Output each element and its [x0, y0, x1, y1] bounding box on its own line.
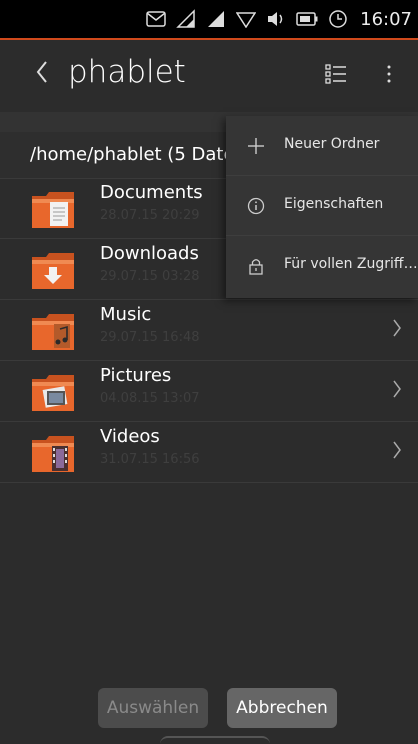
videos-folder-icon [30, 432, 76, 474]
folder-date: 04.08.15 13:07 [100, 391, 200, 406]
cancel-button[interactable]: Abbrechen [227, 688, 337, 728]
signal-icon [206, 7, 226, 31]
folder-date: 31.07.15 16:56 [100, 452, 200, 467]
current-path: /home/phablet (5 Date [30, 144, 235, 165]
battery-icon [296, 7, 318, 31]
folder-name: Pictures [100, 365, 172, 386]
list-item[interactable]: Videos 31.07.15 16:56 [0, 422, 418, 483]
folder-name: Music [100, 304, 152, 325]
lock-icon [246, 256, 266, 276]
folder-name: Documents [100, 182, 203, 203]
folder-name: Downloads [100, 243, 199, 264]
select-button[interactable]: Auswählen [98, 688, 208, 728]
clock-icon [328, 7, 348, 31]
chevron-right-icon [392, 318, 402, 343]
music-folder-icon [30, 310, 76, 352]
header: phablet [0, 40, 418, 112]
chevron-right-icon [392, 440, 402, 465]
list-item[interactable]: Pictures 04.08.15 13:07 [0, 361, 418, 422]
menu-item-label: Neuer Ordner [284, 136, 380, 152]
bottom-edge-handle[interactable] [160, 736, 270, 744]
documents-folder-icon [30, 188, 76, 230]
page-title: phablet [68, 54, 186, 90]
chevron-left-icon[interactable] [34, 58, 50, 94]
pictures-folder-icon [30, 371, 76, 413]
menu-item-new-folder[interactable]: Neuer Ordner [226, 116, 418, 176]
volume-icon [266, 7, 286, 31]
list-view-icon[interactable] [324, 62, 348, 90]
overflow-menu-icon[interactable] [386, 62, 392, 90]
overflow-menu: Neuer Ordner Eigenschaften Für vollen Zu… [226, 116, 418, 298]
menu-item-label: Für vollen Zugriff… [284, 256, 418, 272]
menu-item-properties[interactable]: Eigenschaften [226, 176, 418, 236]
folder-date: 29.07.15 16:48 [100, 330, 200, 345]
downloads-folder-icon [30, 249, 76, 291]
status-bar: 16:07 [0, 0, 418, 40]
chevron-right-icon [392, 379, 402, 404]
wifi-icon [236, 7, 257, 31]
menu-item-label: Eigenschaften [284, 196, 384, 212]
signal-icon [176, 7, 196, 31]
message-icon [146, 7, 166, 31]
folder-name: Videos [100, 426, 160, 447]
info-icon [246, 196, 266, 216]
plus-icon [246, 136, 266, 156]
status-time: 16:07 [360, 8, 412, 30]
menu-item-full-access[interactable]: Für vollen Zugriff… [226, 236, 418, 296]
folder-date: 29.07.15 03:28 [100, 269, 200, 284]
folder-date: 28.07.15 20:29 [100, 208, 200, 223]
list-item[interactable]: Music 29.07.15 16:48 [0, 300, 418, 361]
